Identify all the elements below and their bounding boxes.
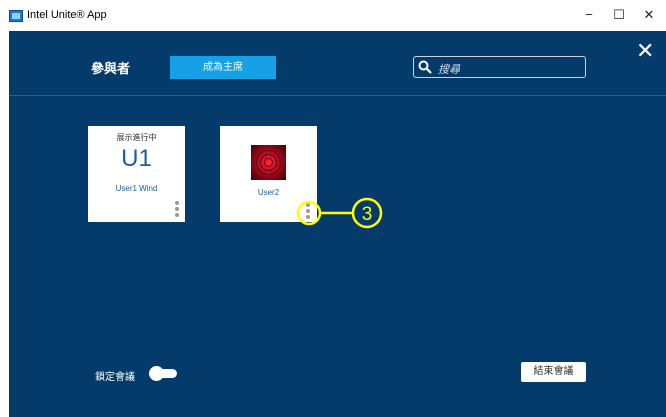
more-options-icon[interactable] <box>173 201 181 219</box>
app-icon <box>9 10 23 22</box>
window-title: Intel Unite® App <box>27 9 107 21</box>
minimize-button[interactable]: − <box>574 4 604 26</box>
lock-meeting-label: 鎖定會議 <box>95 372 135 383</box>
app-content: 參與者 成為主席 搜尋 ✕ 展示進行中 U1 User1 Wind User2 <box>9 31 666 417</box>
more-options-icon[interactable] <box>304 203 312 221</box>
presenting-status: 展示進行中 <box>116 133 157 142</box>
end-meeting-button[interactable]: 結束會議 <box>521 362 586 382</box>
window-close-button[interactable]: ✕ <box>634 4 664 26</box>
search-placeholder: 搜尋 <box>438 64 460 76</box>
become-host-button[interactable]: 成為主席 <box>170 56 276 79</box>
search-input[interactable]: 搜尋 <box>413 56 586 78</box>
participant-name: User2 <box>257 188 280 197</box>
avatar <box>251 145 286 180</box>
participant-name: User1 Wind <box>115 184 158 193</box>
participant-card-user2[interactable]: User2 <box>220 126 317 222</box>
close-icon[interactable]: ✕ <box>636 40 654 62</box>
participants-label: 參與者 <box>91 61 131 76</box>
maximize-button[interactable]: ☐ <box>604 4 634 26</box>
title-bar: Intel Unite® App − ☐ ✕ <box>0 0 666 31</box>
search-icon <box>418 60 432 74</box>
participant-card-user1[interactable]: 展示進行中 U1 User1 Wind <box>88 126 185 222</box>
lock-meeting-toggle[interactable] <box>149 366 177 381</box>
participant-initials: U1 <box>121 145 152 172</box>
header-divider <box>9 95 666 96</box>
